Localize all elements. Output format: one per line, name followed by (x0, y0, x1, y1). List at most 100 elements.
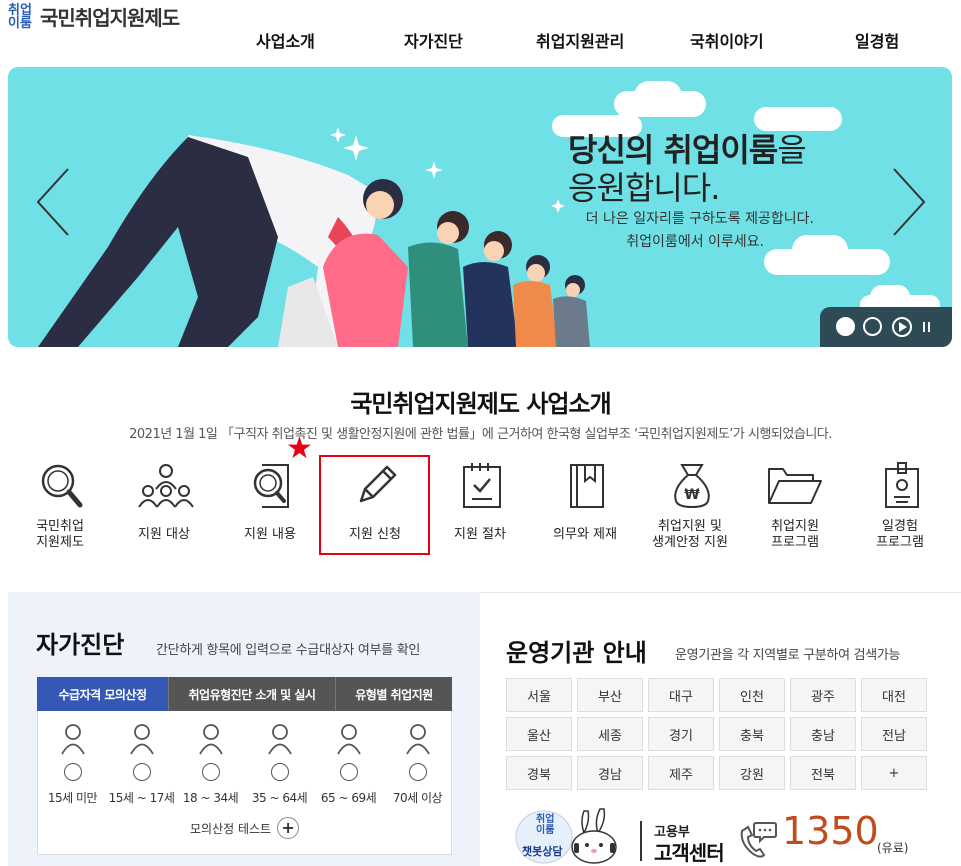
nav-item-self-check[interactable]: 자가진단 (404, 28, 463, 52)
age-label: 65 ~ 69세 (320, 791, 377, 805)
menu-label-line1: 의무와 제재 (553, 527, 617, 542)
region-button[interactable]: 대구 (648, 678, 714, 712)
customer-center-label2: 고객센터 (654, 841, 725, 865)
region-button[interactable]: 전북 (790, 756, 856, 790)
age-option[interactable]: 15세 미만 (38, 723, 107, 805)
magnifier-icon (41, 464, 83, 508)
site-logo[interactable]: 취업 이룸 국민취업지원제도 (8, 4, 180, 30)
simulation-test-button[interactable]: 모의산정 테스트 + (190, 817, 300, 839)
customer-center-paid: (유료) (877, 841, 909, 855)
menu-label-line1: 지원 절차 (454, 527, 506, 542)
tab-eligibility-simulation[interactable]: 수급자격 모의산정 (37, 677, 169, 711)
region-button[interactable]: 부산 (577, 678, 643, 712)
cloud-shape (870, 285, 910, 309)
region-button[interactable]: 강원 (719, 756, 785, 790)
book-icon (570, 464, 604, 508)
age-radio[interactable] (63, 763, 82, 781)
menu-item-eligibility[interactable]: 지원 대상 (114, 455, 214, 555)
person-icon (267, 724, 292, 755)
intro-subtitle: 2021년 1월 1일 「구직자 취업촉진 및 생활안정지원에 관한 법률」에 … (129, 427, 832, 442)
region-button[interactable]: 울산 (506, 717, 572, 751)
agency-title: 운영기관 안내 (506, 639, 647, 667)
nav-item-stories[interactable]: 국취이야기 (690, 28, 764, 52)
person-icon (60, 724, 85, 755)
region-button[interactable]: 광주 (790, 678, 856, 712)
menu-label-line1: 일경험 (882, 519, 918, 534)
nav-item-employment-management[interactable]: 취업지원관리 (536, 28, 624, 52)
tab-employment-type-diagnosis[interactable]: 취업유형진단 소개 및 실시 (169, 677, 336, 711)
age-option[interactable]: 15세 ~ 17세 (107, 723, 176, 805)
highlight-box (319, 455, 430, 555)
age-radio[interactable] (339, 763, 358, 781)
region-button[interactable]: 전남 (861, 717, 927, 751)
banner-controls (820, 307, 952, 347)
age-option[interactable]: 65 ~ 69세 (314, 723, 383, 805)
simulation-test-label: 모의산정 테스트 (190, 821, 272, 836)
region-button[interactable]: 대전 (861, 678, 927, 712)
slide-dot[interactable] (863, 317, 882, 336)
region-button[interactable]: 경북 (506, 756, 572, 790)
checklist-icon (463, 463, 501, 508)
menu-item-program-overview[interactable]: 국민취업 지원제도 (10, 455, 110, 555)
person-icon (198, 724, 223, 755)
age-radio[interactable] (270, 763, 289, 781)
menu-label-line1: 국민취업 (36, 519, 84, 534)
self-check-panel: 자가진단 간단하게 항목에 입력으로 수급대상자 여부를 확인 수급자격 모의산… (8, 592, 480, 866)
self-check-tabs: 수급자격 모의산정 취업유형진단 소개 및 실시 유형별 취업지원 (37, 677, 452, 711)
menu-label-line2: 생계안정 지원 (652, 535, 728, 550)
region-button[interactable]: 충북 (719, 717, 785, 751)
menu-label-line1: 취업지원 (771, 519, 819, 534)
region-button[interactable]: 서울 (506, 678, 572, 712)
person-icon (129, 724, 154, 755)
id-badge-icon (885, 462, 919, 508)
menu-item-obligations[interactable]: 의무와 제재 (535, 455, 635, 555)
chatbot-logo-top: 취업 (536, 814, 555, 825)
menu-label-line1: 취업지원 및 (658, 519, 722, 534)
menu-label-line2: 프로그램 (771, 535, 819, 550)
pause-icon[interactable] (922, 320, 932, 334)
region-button[interactable]: 세종 (577, 717, 643, 751)
main-banner[interactable]: 당신의 취업이룸을 응원합니다. 더 나은 일자리를 구하도록 제공합니다. 취… (8, 67, 952, 347)
slide-dot-active[interactable] (836, 317, 855, 336)
age-radio[interactable] (201, 763, 220, 781)
age-label: 15세 미만 (47, 791, 98, 805)
age-radio[interactable] (132, 763, 151, 781)
main-nav: 사업소개 자가진단 취업지원관리 국취이야기 일경험 (0, 28, 961, 52)
age-radio[interactable] (408, 763, 427, 781)
menu-label-line1: 지원 대상 (138, 527, 190, 542)
age-option[interactable]: 70세 이상 (383, 723, 452, 805)
menu-item-work-experience-program[interactable]: 일경험 프로그램 (850, 455, 950, 555)
region-button[interactable]: 인천 (719, 678, 785, 712)
region-button-more[interactable]: + (861, 756, 927, 790)
region-button[interactable]: 경기 (648, 717, 714, 751)
age-option[interactable]: 35 ~ 64세 (245, 723, 314, 805)
banner-next-arrow-icon[interactable] (890, 167, 930, 237)
star-icon: ★ (286, 431, 313, 466)
age-label: 15세 ~ 17세 (108, 791, 175, 805)
menu-label-line1: 지원 내용 (244, 527, 296, 542)
age-selection: 15세 미만 15세 ~ 17세 18 ~ 34세 35 ~ 64세 65 ~ … (37, 711, 452, 855)
menu-label-line2: 지원제도 (36, 535, 84, 550)
menu-item-employment-program[interactable]: 취업지원 프로그램 (745, 455, 845, 555)
menu-item-support-details[interactable]: 지원 내용 (220, 455, 320, 555)
money-bag-icon: ₩ (674, 464, 710, 509)
play-icon[interactable] (892, 317, 912, 337)
region-button[interactable]: 충남 (790, 717, 856, 751)
nav-item-business-intro[interactable]: 사업소개 (256, 28, 315, 52)
nav-item-work-experience[interactable]: 일경험 (855, 28, 899, 52)
runners-illustration (38, 127, 590, 347)
tab-type-support[interactable]: 유형별 취업지원 (336, 677, 452, 711)
banner-desc-line2: 취업이룸에서 이루세요. (626, 234, 764, 250)
contact-bar: 취업 이룸 챗봇상담 고용부 고객센터 1350 (유료) (510, 805, 930, 865)
svg-text:₩: ₩ (684, 487, 700, 503)
region-button[interactable]: 제주 (648, 756, 714, 790)
menu-item-procedure[interactable]: 지원 절차 (430, 455, 530, 555)
chatbot-button[interactable]: 취업 이룸 챗봇상담 (514, 807, 632, 865)
age-option[interactable]: 18 ~ 34세 (176, 723, 245, 805)
self-check-title: 자가진단 (36, 631, 125, 659)
region-button[interactable]: 경남 (577, 756, 643, 790)
self-check-desc: 간단하게 항목에 입력으로 수급대상자 여부를 확인 (156, 643, 421, 658)
banner-title-tail: 을 (777, 131, 806, 169)
banner-prev-arrow-icon[interactable] (34, 167, 74, 237)
menu-item-living-support[interactable]: ₩ 취업지원 및 생계안정 지원 (640, 455, 740, 555)
